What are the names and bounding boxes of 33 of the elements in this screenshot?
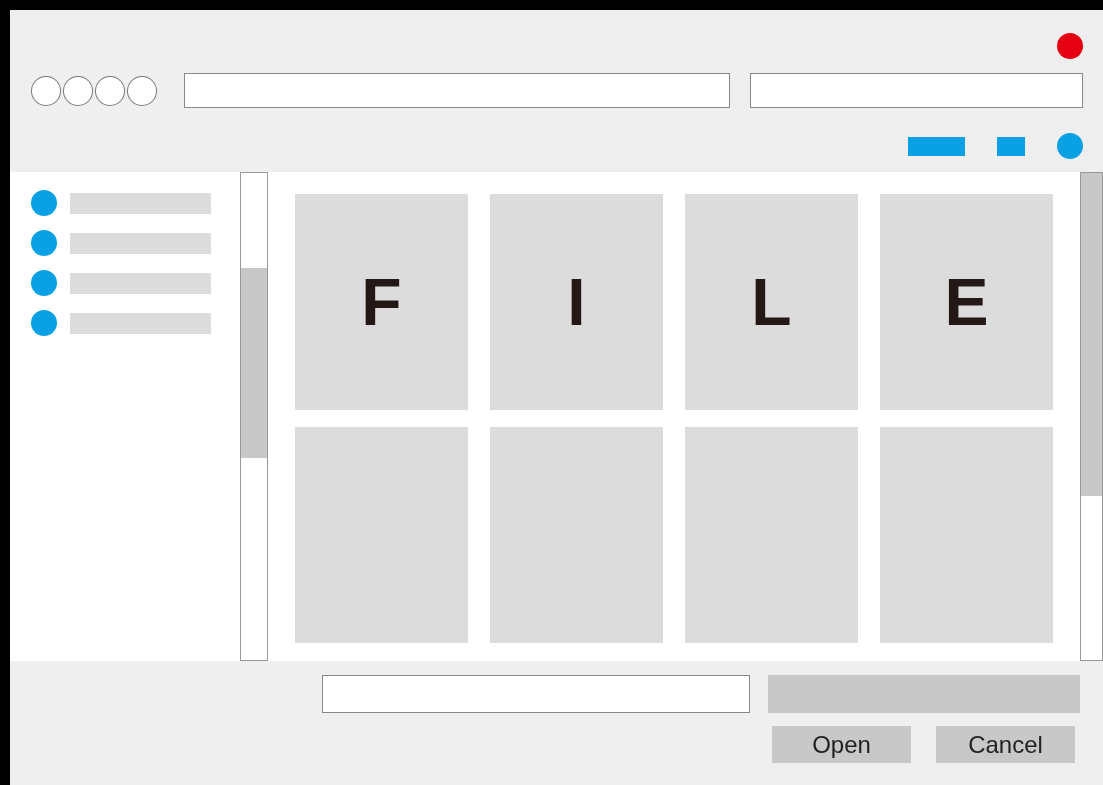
- close-button[interactable]: [1057, 33, 1083, 59]
- scroll-thumb[interactable]: [241, 268, 267, 458]
- file-tile[interactable]: F: [295, 194, 468, 410]
- file-tile[interactable]: [685, 427, 858, 643]
- tile-letter: F: [361, 264, 402, 340]
- address-field[interactable]: [183, 73, 731, 108]
- scrollbar[interactable]: [240, 172, 268, 661]
- nav-circle-icon[interactable]: [31, 75, 61, 106]
- toolbar-button[interactable]: [908, 136, 965, 156]
- tile-letter: E: [944, 264, 989, 340]
- scroll-thumb[interactable]: [1081, 173, 1102, 496]
- scrollbar[interactable]: [1080, 172, 1103, 661]
- search-field[interactable]: [750, 73, 1084, 108]
- nav-circle-icon[interactable]: [126, 75, 157, 106]
- nav-circle-icon[interactable]: [94, 75, 125, 106]
- file-tile[interactable]: [490, 427, 663, 643]
- toolbar-button[interactable]: [997, 136, 1025, 156]
- cancel-button[interactable]: Cancel: [936, 726, 1075, 763]
- sidebar-item-icon[interactable]: [31, 190, 57, 216]
- sidebar-item-icon[interactable]: [31, 270, 57, 296]
- tile-letter: L: [751, 264, 792, 340]
- filename-field[interactable]: [322, 675, 750, 713]
- nav-circle-icon[interactable]: [62, 75, 93, 106]
- file-tile[interactable]: E: [880, 194, 1053, 410]
- sidebar-item-icon[interactable]: [31, 310, 57, 336]
- open-button[interactable]: Open: [772, 726, 911, 763]
- file-tile[interactable]: L: [685, 194, 858, 410]
- toolbar-circle-button[interactable]: [1057, 133, 1083, 159]
- file-tile[interactable]: I: [490, 194, 663, 410]
- file-tile[interactable]: [880, 427, 1053, 643]
- sidebar-item-icon[interactable]: [31, 230, 57, 256]
- file-tile[interactable]: [295, 427, 468, 643]
- tile-letter: I: [567, 264, 586, 340]
